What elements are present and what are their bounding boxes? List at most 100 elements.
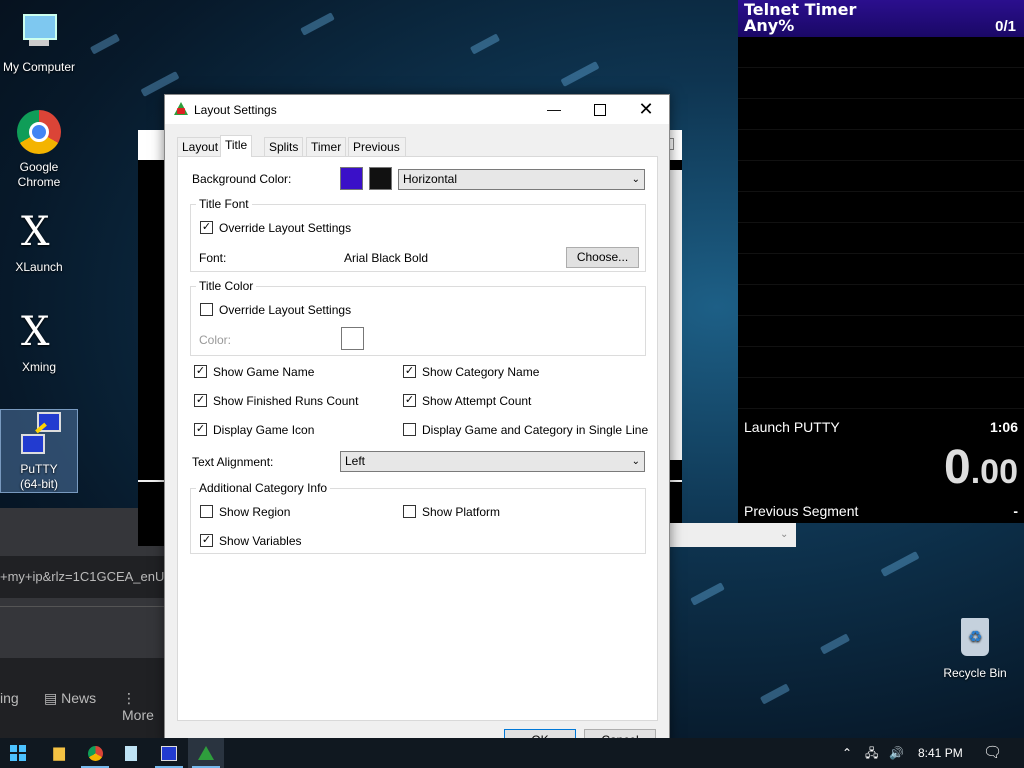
single-line-checkbox[interactable] (403, 423, 416, 436)
category-name: Any% (744, 16, 795, 35)
show-region-checkbox[interactable] (200, 505, 213, 518)
desktop-icon-label: XLaunch (15, 260, 63, 274)
taskbar-putty[interactable] (151, 738, 187, 768)
close-button[interactable]: ✕ (623, 95, 669, 124)
split-row: Launch PUTTY 1:06 (744, 419, 1018, 435)
taskbar-livesplit[interactable] (188, 738, 224, 768)
taskbar-notepad[interactable] (113, 738, 149, 768)
desktop-icon-label: PuTTY (64-bit) (19, 462, 58, 491)
livesplit-title: Telnet Timer Any% 0/1 (738, 0, 1024, 37)
dialog-title: Layout Settings (194, 103, 277, 117)
background-color-swatch-1[interactable] (340, 167, 363, 190)
desktop-icon-xlaunch[interactable]: X XLaunch (1, 208, 77, 275)
color-label: Color: (199, 333, 232, 347)
network-icon[interactable]: 🖧 (865, 738, 878, 768)
volume-icon[interactable]: 🔊 (889, 738, 904, 768)
show-variables-label: Show Variables (219, 534, 302, 548)
tab-layout[interactable]: Layout (177, 137, 224, 156)
show-hidden-icons[interactable]: ⌃ (842, 738, 852, 768)
override-font-checkbox[interactable]: ✓ (200, 221, 213, 234)
xlaunch-icon: X (21, 209, 50, 255)
title-font-group: Title Font ✓ Override Layout Settings Fo… (190, 197, 646, 272)
taskbar: ▆ ⌃ 🖧 🔊 8:41 PM 🗨 (0, 738, 1024, 768)
choose-font-button[interactable]: Choose... (566, 247, 639, 268)
clock[interactable]: 8:41 PM (918, 738, 963, 768)
show-category-name-checkbox[interactable]: ✓ (403, 365, 416, 378)
show-region-label: Show Region (219, 505, 291, 519)
timer-decimal: .00 (970, 453, 1018, 491)
font-value: Arial Black Bold (344, 251, 429, 265)
gray-fragment: ⌄ (668, 523, 796, 547)
desktop-icon-putty[interactable]: PuTTY (64-bit) (0, 409, 78, 493)
previous-segment-row: Previous Segment - (744, 503, 1018, 519)
close-icon: ✕ (638, 99, 654, 119)
override-color-label: Override Layout Settings (219, 303, 352, 317)
tab-title[interactable]: Title (220, 135, 253, 157)
putty-icon (161, 745, 177, 761)
taskbar-chrome[interactable] (77, 738, 113, 768)
text-alignment-select[interactable]: Left ⌄ (340, 451, 645, 472)
desktop-icon-google-chrome[interactable]: Google Chrome (1, 108, 77, 190)
more-tab[interactable]: ⋮ More (122, 690, 164, 723)
desktop-icon-my-computer[interactable]: My Computer (1, 8, 77, 75)
single-line-label: Display Game and Category in Single Line (422, 423, 649, 437)
previous-segment-label: Previous Segment (744, 503, 859, 519)
notepad-icon (125, 745, 137, 761)
desktop-icon-label: Google Chrome (17, 160, 61, 189)
maximize-icon (594, 104, 606, 117)
display-game-icon-checkbox[interactable]: ✓ (194, 423, 207, 436)
tab-timer[interactable]: Timer (306, 137, 347, 156)
gradient-type-select[interactable]: Horizontal ⌄ (398, 169, 645, 190)
desktop-icon-label: My Computer (2, 60, 76, 74)
show-platform-checkbox[interactable] (403, 505, 416, 518)
background-color-swatch-2[interactable] (369, 167, 392, 190)
title-color-group: Title Color Override Layout Settings Col… (190, 279, 646, 356)
news-tab[interactable]: ▤ News (44, 690, 96, 707)
folder-icon: ▆ (53, 744, 65, 761)
start-button[interactable] (0, 738, 36, 768)
additional-category-group: Additional Category Info Show Region Sho… (190, 481, 646, 554)
recycle-bin-icon: ♻ (951, 614, 999, 662)
livesplit-panel[interactable]: Telnet Timer Any% 0/1 Launch PUTTY 1:06 … (738, 0, 1024, 523)
show-game-name-label: Show Game Name (213, 365, 315, 379)
taskbar-file-explorer[interactable]: ▆ (41, 738, 77, 768)
display-game-icon-label: Display Game Icon (213, 423, 315, 437)
title-tab-panel: Background Color: Horizontal ⌄ Title Font… (177, 156, 658, 721)
maximize-button[interactable] (577, 95, 623, 124)
tab-splits[interactable]: Splits (264, 137, 304, 156)
windows-icon (10, 745, 26, 762)
tab-previous-segment[interactable]: Previous Segment (348, 137, 407, 172)
show-attempt-count-label: Show Attempt Count (422, 394, 532, 408)
dialog-titlebar[interactable]: Layout Settings — ✕ (165, 95, 669, 124)
chrome-icon (87, 745, 103, 761)
splits-area (738, 37, 1024, 414)
news-icon: ▤ (44, 690, 58, 706)
background-color-label: Background Color: (192, 172, 292, 186)
chrome-icon (15, 108, 63, 156)
show-platform-label: Show Platform (422, 505, 501, 519)
override-color-checkbox[interactable] (200, 303, 213, 316)
show-variables-checkbox[interactable]: ✓ (200, 534, 213, 547)
show-finished-runs-checkbox[interactable]: ✓ (194, 394, 207, 407)
minimize-icon: — (547, 101, 561, 117)
minimize-button[interactable]: — (531, 95, 577, 124)
show-category-name-label: Show Category Name (422, 365, 540, 379)
notifications-icon[interactable]: 🗨 (983, 738, 1002, 768)
desktop-icon-recycle-bin[interactable]: ♻ Recycle Bin (937, 614, 1013, 681)
text-alignment-label: Text Alignment: (192, 455, 274, 469)
title-color-swatch[interactable] (341, 327, 364, 350)
desktop-icon-label: Recycle Bin (943, 666, 1007, 680)
address-bar-fragment[interactable]: +my+ip&rlz=1C1GCEA_enU (0, 556, 164, 598)
putty-icon (15, 410, 63, 458)
override-font-label: Override Layout Settings (219, 221, 352, 235)
show-attempt-count-checkbox[interactable]: ✓ (403, 394, 416, 407)
chevron-down-icon: ⌄ (631, 456, 640, 467)
chevron-up-icon: ⌃ (842, 746, 853, 760)
computer-icon (15, 8, 63, 56)
attempt-count: 0/1 (995, 18, 1016, 35)
split-time: 1:06 (989, 419, 1018, 435)
desktop-icon-xming[interactable]: X Xming (1, 308, 77, 375)
split-name: Launch PUTTY (744, 419, 840, 435)
show-game-name-checkbox[interactable]: ✓ (194, 365, 207, 378)
font-label: Font: (199, 251, 227, 265)
